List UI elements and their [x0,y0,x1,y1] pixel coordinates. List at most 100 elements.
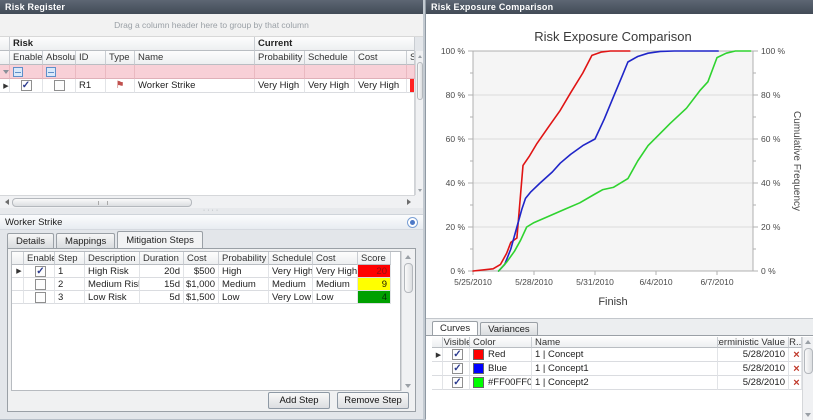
col-header-score[interactable]: Score [358,252,391,265]
x-tick-label: 6/7/2010 [700,277,733,287]
curve-row-red[interactable]: ▶ ✓ Red 1 | Concept 5/28/2010 × [432,348,802,362]
risk-flag-icon: ⚑ [116,81,125,91]
step-enabled-checkbox[interactable] [35,279,46,290]
col-header-enabled[interactable]: Enabled [24,252,55,265]
color-swatch[interactable] [473,349,484,360]
checkbox-filter-icon[interactable] [13,67,23,77]
group-gutter [0,37,10,51]
col-header-name[interactable]: Name [135,51,255,65]
col-header-schedule[interactable]: Schedule [269,252,313,265]
col-header-schedule[interactable]: Schedule [305,51,355,65]
risk-row-r1[interactable]: ▶ ✓ R1 ⚑ Worker Strike Very High Very Hi… [0,79,423,93]
group-by-drop-zone[interactable]: Drag a column header here to group by th… [0,14,423,37]
col-header-remove[interactable]: R... [789,337,802,348]
cell-color: #FF00FF00 [470,376,532,390]
col-header-absolute[interactable]: Absolu... [43,51,76,65]
mitigation-row-2[interactable]: 2 Medium Risk 15d $1,000 Medium Medium M… [12,278,400,291]
visible-checkbox[interactable]: ✓ [452,377,463,388]
remove-curve-icon[interactable]: × [793,350,799,360]
col-header-score[interactable]: Sc [407,51,415,65]
remove-step-button[interactable]: Remove Step [337,392,409,409]
col-header-name[interactable]: Name [532,337,718,348]
curve-row-blue[interactable]: ✓ Blue 1 | Concept1 5/28/2010 × [432,362,802,376]
color-label: Red [488,349,505,360]
col-header-deterministic-value[interactable]: Deterministic Value [718,337,789,348]
col-header-visible[interactable]: Visible [443,337,470,348]
current-row-marker-icon: ▶ [16,267,21,275]
filter-cell-enabled[interactable] [10,65,43,79]
col-header-probability[interactable]: Probability [255,51,305,65]
step-enabled-checkbox[interactable]: ✓ [35,266,46,277]
hscroll-thumb[interactable] [12,198,192,207]
scroll-down-icon[interactable] [416,185,424,195]
col-header-cost[interactable]: Cost [355,51,407,65]
color-swatch[interactable] [473,377,484,388]
col-header-description[interactable]: Description [85,252,140,265]
filter-cell-cost[interactable] [355,65,407,79]
mitigation-row-1[interactable]: ▶ ✓ 1 High Risk 20d $500 High Very High … [12,265,400,278]
vscroll-thumb[interactable] [404,263,413,293]
score-chip [410,79,414,92]
step-enabled-checkbox[interactable] [35,292,46,303]
col-header-cost2[interactable]: Cost [313,252,358,265]
risk-exposure-panel: Risk Exposure Comparison 0 %0 %20 %20 %4… [425,0,813,419]
chart-area: 0 %0 %20 %20 %40 %40 %60 %60 %80 %80 %10… [426,14,813,318]
cell-score: 20 [358,265,391,278]
cell-step: 3 [55,291,85,304]
collapse-pin-icon[interactable] [407,217,418,228]
group-header-current[interactable]: Current [255,37,415,51]
cell-score: 4 [358,291,391,304]
checkbox-filter-icon[interactable] [46,67,56,77]
cell-duration: 5d [140,291,184,304]
tab-mitigation-steps[interactable]: Mitigation Steps [117,231,203,248]
visible-checkbox[interactable]: ✓ [452,363,463,374]
col-header-type[interactable]: Type [106,51,135,65]
tab-mappings[interactable]: Mappings [56,233,115,248]
scroll-up-icon[interactable] [803,337,813,347]
filter-cell-probability[interactable] [255,65,305,79]
col-header-duration[interactable]: Duration [140,252,184,265]
mitigation-grid-vscrollbar[interactable] [401,251,414,391]
risk-grid-vscrollbar[interactable] [415,51,423,195]
cell-step: 2 [55,278,85,291]
row-gutter [12,278,24,291]
filter-cell-type[interactable] [106,65,135,79]
col-header-enabled[interactable]: Enabled [10,51,43,65]
cell-probability: Medium [219,278,269,291]
remove-curve-icon[interactable]: × [793,364,799,374]
tab-details[interactable]: Details [7,233,54,248]
visible-checkbox[interactable]: ✓ [452,349,463,360]
filter-cell-name[interactable] [135,65,255,79]
scroll-up-icon[interactable] [416,51,424,61]
filter-cell-absolute[interactable] [43,65,76,79]
curves-grid-vscrollbar[interactable] [802,337,813,420]
absolute-checkbox[interactable] [54,80,65,91]
add-step-button[interactable]: Add Step [268,392,330,409]
risk-exposure-title: Risk Exposure Comparison [431,2,553,12]
col-header-color[interactable]: Color [470,337,532,348]
cell-schedule: Medium [269,278,313,291]
group-header-risk[interactable]: Risk [10,37,255,51]
scroll-right-icon[interactable] [402,196,415,209]
curve-row-green[interactable]: ✓ #FF00FF00 1 | Concept2 5/28/2010 × [432,376,802,390]
cell-deterministic-value: 5/28/2010 [718,376,789,390]
vscroll-thumb[interactable] [804,348,813,374]
tab-variances[interactable]: Variances [480,322,538,335]
mitigation-row-3[interactable]: 3 Low Risk 5d $1,500 Low Very Low Low 4 [12,291,400,304]
col-header-id[interactable]: ID [76,51,106,65]
color-swatch[interactable] [473,363,484,374]
filter-cell-score[interactable] [407,65,415,79]
filter-cell-id[interactable] [76,65,106,79]
color-label: Blue [488,363,507,374]
col-header-probability[interactable]: Probability [219,252,269,265]
mitigation-button-bar: Add Step Remove Step [8,389,415,411]
vscroll-thumb[interactable] [417,62,423,100]
col-header-cost[interactable]: Cost [184,252,219,265]
remove-curve-icon[interactable]: × [793,378,799,388]
tab-curves[interactable]: Curves [432,321,478,335]
cell-enabled [24,291,55,304]
scroll-up-icon[interactable] [402,251,415,262]
col-header-step[interactable]: Step [55,252,85,265]
filter-cell-schedule[interactable] [305,65,355,79]
enabled-checkbox[interactable]: ✓ [21,80,32,91]
